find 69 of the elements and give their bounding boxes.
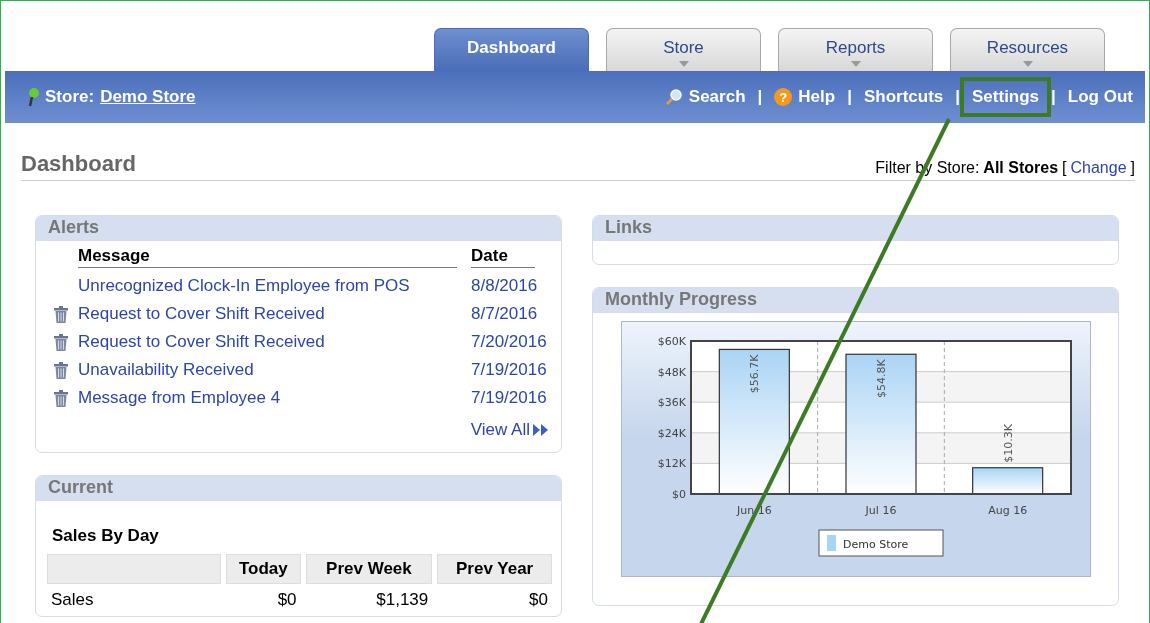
table-title: Sales By Day <box>51 525 160 547</box>
store-label: Store: <box>45 87 95 107</box>
pin-icon <box>27 87 39 107</box>
nav-tab[interactable]: Reports <box>778 28 933 71</box>
table-cell-text: $0 <box>528 589 549 611</box>
axis-label: $24K <box>657 426 686 440</box>
bracket: [ <box>1062 159 1067 177</box>
nav-link[interactable]: Log Out <box>1067 81 1133 113</box>
chart-legend: Demo Store <box>818 529 944 557</box>
caret-icon <box>850 61 861 67</box>
axis-label: Aug 16 <box>988 504 1028 517</box>
alert-date[interactable]: 8/8/2016 <box>471 276 549 296</box>
trash-icon[interactable] <box>53 305 68 323</box>
column-header: Date <box>471 246 535 268</box>
alert-link[interactable]: Unrecognized Clock-In Employee from POS <box>78 276 471 296</box>
trash-icon[interactable] <box>53 333 68 351</box>
help-icon: ? <box>774 88 793 106</box>
separator: | <box>847 87 852 107</box>
column-header: Message <box>78 246 457 268</box>
alert-link[interactable]: Request to Cover Shift Received <box>78 332 471 352</box>
nav-link[interactable]: Search <box>688 81 746 113</box>
value-label: $54.8K <box>875 359 888 398</box>
separator: | <box>757 87 763 107</box>
axis-label: $48K <box>657 365 686 379</box>
nav-tab[interactable]: Dashboard <box>434 28 589 71</box>
table-cell-text: $0 <box>276 589 298 611</box>
separator: | <box>955 87 960 107</box>
panel-header: Alerts <box>36 216 561 241</box>
alert-date[interactable]: 8/7/2016 <box>471 304 549 324</box>
trash-icon[interactable] <box>53 361 68 379</box>
nav-tab[interactable]: Store <box>606 28 761 71</box>
caret-icon <box>678 61 689 67</box>
column-header: Prev Week <box>305 554 433 584</box>
value-label: $56.7K <box>748 354 762 394</box>
filter-value: All Stores <box>983 159 1059 177</box>
alert-link[interactable]: Message from Employee 4 <box>78 388 471 408</box>
column-header: Prev Year <box>437 554 552 584</box>
column-header: Today <box>226 554 301 584</box>
nav-link[interactable]: Help <box>798 81 836 113</box>
legend-label: Demo Store <box>843 538 909 551</box>
trash-icon[interactable] <box>53 389 68 407</box>
search-icon <box>664 88 683 106</box>
axis-label: $12K <box>657 457 686 471</box>
double-arrow-icon <box>533 424 549 436</box>
alert-date[interactable]: 7/19/2016 <box>471 388 549 408</box>
axis-label: $0 <box>672 488 686 501</box>
axis-label: $36K <box>657 396 686 410</box>
axis-label: Jun 16 <box>737 504 772 517</box>
view-all-link[interactable]: View All <box>470 420 549 440</box>
alert-date[interactable]: 7/20/2016 <box>471 332 549 352</box>
axis-label: Jul 16 <box>865 504 897 517</box>
bracket: ] <box>1130 159 1135 177</box>
panel-header: Links <box>593 216 1118 241</box>
panel-header: Current <box>36 476 561 501</box>
panel-header: Monthly Progress <box>593 288 1118 313</box>
axis-label: $60K <box>657 335 686 348</box>
table-cell-text: $1,139 <box>375 589 430 611</box>
alert-link[interactable]: Request to Cover Shift Received <box>78 304 471 324</box>
page-title: Dashboard <box>21 151 136 177</box>
separator: | <box>1051 87 1056 107</box>
nav-tab[interactable]: Resources <box>950 28 1105 71</box>
caret-icon <box>1022 61 1033 67</box>
nav-link[interactable]: Shortcuts <box>863 81 944 113</box>
table-cell-text: Sales <box>50 589 95 611</box>
value-label: $10.3K <box>1001 424 1015 463</box>
alert-link[interactable]: Unavailability Received <box>78 360 471 380</box>
change-link[interactable]: Change <box>1070 159 1127 177</box>
store-link[interactable]: Demo Store <box>100 87 196 107</box>
alert-date[interactable]: 7/19/2016 <box>471 360 549 380</box>
